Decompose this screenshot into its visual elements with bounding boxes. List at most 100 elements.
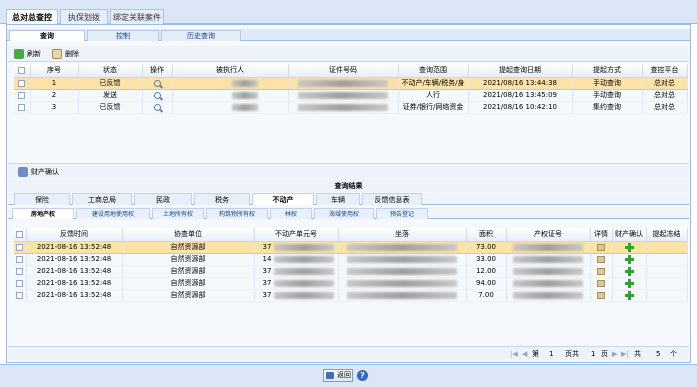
tab-enforcement-transfer[interactable]: 执保划拨 bbox=[60, 9, 108, 24]
tab-house-property[interactable]: 房地产权 bbox=[12, 208, 74, 219]
row-freeze[interactable] bbox=[646, 241, 688, 254]
row-freeze[interactable] bbox=[646, 289, 688, 302]
row-confirm[interactable] bbox=[612, 241, 647, 254]
col-header-property-confirm[interactable]: 财产确认 bbox=[612, 228, 647, 242]
tab-tax[interactable]: 税务 bbox=[194, 193, 250, 205]
table-row[interactable]: 3 已反馈 证券/银行/网络资金 2021/08/16 10:42:10 集约查… bbox=[14, 101, 688, 114]
table-row[interactable]: 2021-08-16 13:52:48 自然资源部 37 7.00 bbox=[14, 289, 688, 302]
row-freeze[interactable] bbox=[646, 265, 688, 278]
col-header-freeze[interactable]: 提起冻结 bbox=[646, 228, 688, 242]
tab-advance-notice[interactable]: 预告登记 bbox=[376, 208, 428, 219]
row-checkbox[interactable] bbox=[14, 253, 27, 266]
col-header-scope[interactable]: 查询范围 bbox=[398, 64, 469, 78]
table-row[interactable]: 2021-08-16 13:52:48 自然资源部 37 73.00 bbox=[14, 241, 688, 254]
tab-total-query[interactable]: 总对总查控 bbox=[6, 9, 58, 25]
refresh-button[interactable]: 刷新 bbox=[14, 48, 41, 60]
tab-feedback[interactable]: 反馈信息表 bbox=[362, 193, 422, 205]
col-header-platform[interactable]: 查控平台 bbox=[642, 64, 688, 78]
col-header-status[interactable]: 状态 bbox=[78, 64, 143, 78]
tab-business-bureau[interactable]: 工商总局 bbox=[72, 193, 132, 205]
tab-civil-affairs[interactable]: 民政 bbox=[134, 193, 192, 205]
redacted-unit-no bbox=[273, 279, 334, 287]
last-page-icon[interactable]: ▶| bbox=[621, 349, 629, 359]
row-checkbox[interactable] bbox=[14, 241, 27, 254]
row-confirm[interactable] bbox=[612, 277, 647, 290]
table-row[interactable]: 2 发送 人行 2021/08/16 13:45:09 手动查询 总对总 bbox=[14, 89, 688, 102]
col-header-unit-no[interactable]: 不动产单元号 bbox=[254, 228, 339, 242]
table-row[interactable]: 2021-08-16 13:52:48 自然资源部 37 12.00 bbox=[14, 265, 688, 278]
select-all-checkbox[interactable] bbox=[14, 64, 31, 78]
row-checkbox[interactable] bbox=[14, 277, 27, 290]
col-header-feedback-time[interactable]: 反馈时间 bbox=[26, 228, 123, 242]
col-header-cert-no[interactable]: 产权证号 bbox=[506, 228, 591, 242]
tab-control[interactable]: 控制 bbox=[87, 30, 159, 41]
row-confirm[interactable] bbox=[612, 253, 647, 266]
tab-sea-area[interactable]: 海域使用权 bbox=[314, 208, 374, 219]
plus-icon[interactable] bbox=[624, 290, 634, 300]
row-freeze[interactable] bbox=[646, 253, 688, 266]
row-confirm[interactable] bbox=[612, 289, 647, 302]
delete-button[interactable]: 删除 bbox=[52, 48, 79, 60]
row-action[interactable] bbox=[142, 89, 173, 102]
tab-vehicle[interactable]: 车辆 bbox=[316, 193, 360, 205]
tab-structure-ownership[interactable]: 构筑物所有权 bbox=[206, 208, 268, 219]
row-no: 1 bbox=[30, 77, 79, 90]
row-detail[interactable] bbox=[590, 289, 613, 302]
tab-land-ownership[interactable]: 土地所有权 bbox=[152, 208, 204, 219]
table-row[interactable]: 2021-08-16 13:52:48 自然资源部 37 94.00 bbox=[14, 277, 688, 290]
property-confirm-button[interactable]: 财产确认 bbox=[18, 166, 59, 178]
plus-icon[interactable] bbox=[624, 242, 634, 252]
search-icon[interactable] bbox=[153, 79, 161, 87]
row-action[interactable] bbox=[142, 101, 173, 114]
row-detail[interactable] bbox=[590, 277, 613, 290]
select-all-checkbox[interactable] bbox=[14, 228, 27, 242]
col-header-area[interactable]: 面积 bbox=[466, 228, 507, 242]
book-icon[interactable] bbox=[597, 291, 605, 299]
row-checkbox[interactable] bbox=[14, 89, 31, 102]
tab-real-estate[interactable]: 不动产 bbox=[252, 193, 314, 205]
col-header-id[interactable]: 证件号码 bbox=[288, 64, 399, 78]
help-icon[interactable]: ? bbox=[357, 370, 368, 381]
col-header-action[interactable]: 操作 bbox=[142, 64, 173, 78]
next-page-icon[interactable]: ▶ bbox=[612, 349, 617, 359]
book-icon[interactable] bbox=[597, 255, 605, 263]
col-header-method[interactable]: 提起方式 bbox=[572, 64, 643, 78]
plus-icon[interactable] bbox=[624, 266, 634, 276]
col-header-detail[interactable]: 详情 bbox=[590, 228, 613, 242]
row-action[interactable] bbox=[142, 77, 173, 90]
tab-insurance[interactable]: 保险 bbox=[14, 193, 70, 205]
page-number-input[interactable]: 1 bbox=[549, 349, 553, 359]
row-confirm[interactable] bbox=[612, 265, 647, 278]
table-row[interactable]: 2021-08-16 13:52:48 自然资源部 14 33.00 bbox=[14, 253, 688, 266]
row-checkbox[interactable] bbox=[14, 265, 27, 278]
row-detail[interactable] bbox=[590, 253, 613, 266]
col-header-date[interactable]: 提起查询日期 bbox=[468, 64, 573, 78]
book-icon[interactable] bbox=[597, 243, 605, 251]
row-detail[interactable] bbox=[590, 265, 613, 278]
col-header-person[interactable]: 被执行人 bbox=[172, 64, 289, 78]
tab-construction-land[interactable]: 建设用地使用权 bbox=[76, 208, 150, 219]
back-button[interactable]: 返回 bbox=[323, 369, 353, 382]
row-unit: 自然资源部 bbox=[122, 265, 255, 278]
table-row[interactable]: 1 已反馈 不动产/车辆/税务/身 2021/08/16 13:44:38 手动… bbox=[14, 77, 688, 90]
tab-query[interactable]: 查询 bbox=[9, 30, 85, 41]
row-freeze[interactable] bbox=[646, 277, 688, 290]
search-icon[interactable] bbox=[153, 91, 161, 99]
row-checkbox[interactable] bbox=[14, 77, 31, 90]
tab-forest-right[interactable]: 林权 bbox=[270, 208, 312, 219]
col-header-location[interactable]: 坐落 bbox=[338, 228, 467, 242]
plus-icon[interactable] bbox=[624, 278, 634, 288]
book-icon[interactable] bbox=[597, 267, 605, 275]
col-header-no[interactable]: 序号 bbox=[30, 64, 79, 78]
tab-history-query[interactable]: 历史查询 bbox=[161, 30, 241, 41]
prev-page-icon[interactable]: ◀ bbox=[522, 349, 527, 359]
row-checkbox[interactable] bbox=[14, 101, 31, 114]
row-detail[interactable] bbox=[590, 241, 613, 254]
row-checkbox[interactable] bbox=[14, 289, 27, 302]
book-icon[interactable] bbox=[597, 279, 605, 287]
search-icon[interactable] bbox=[153, 103, 161, 111]
plus-icon[interactable] bbox=[624, 254, 634, 264]
tab-bind-related-case[interactable]: 绑定关联案件 bbox=[110, 9, 164, 24]
first-page-icon[interactable]: |◀ bbox=[510, 349, 518, 359]
col-header-unit[interactable]: 协查单位 bbox=[122, 228, 255, 242]
